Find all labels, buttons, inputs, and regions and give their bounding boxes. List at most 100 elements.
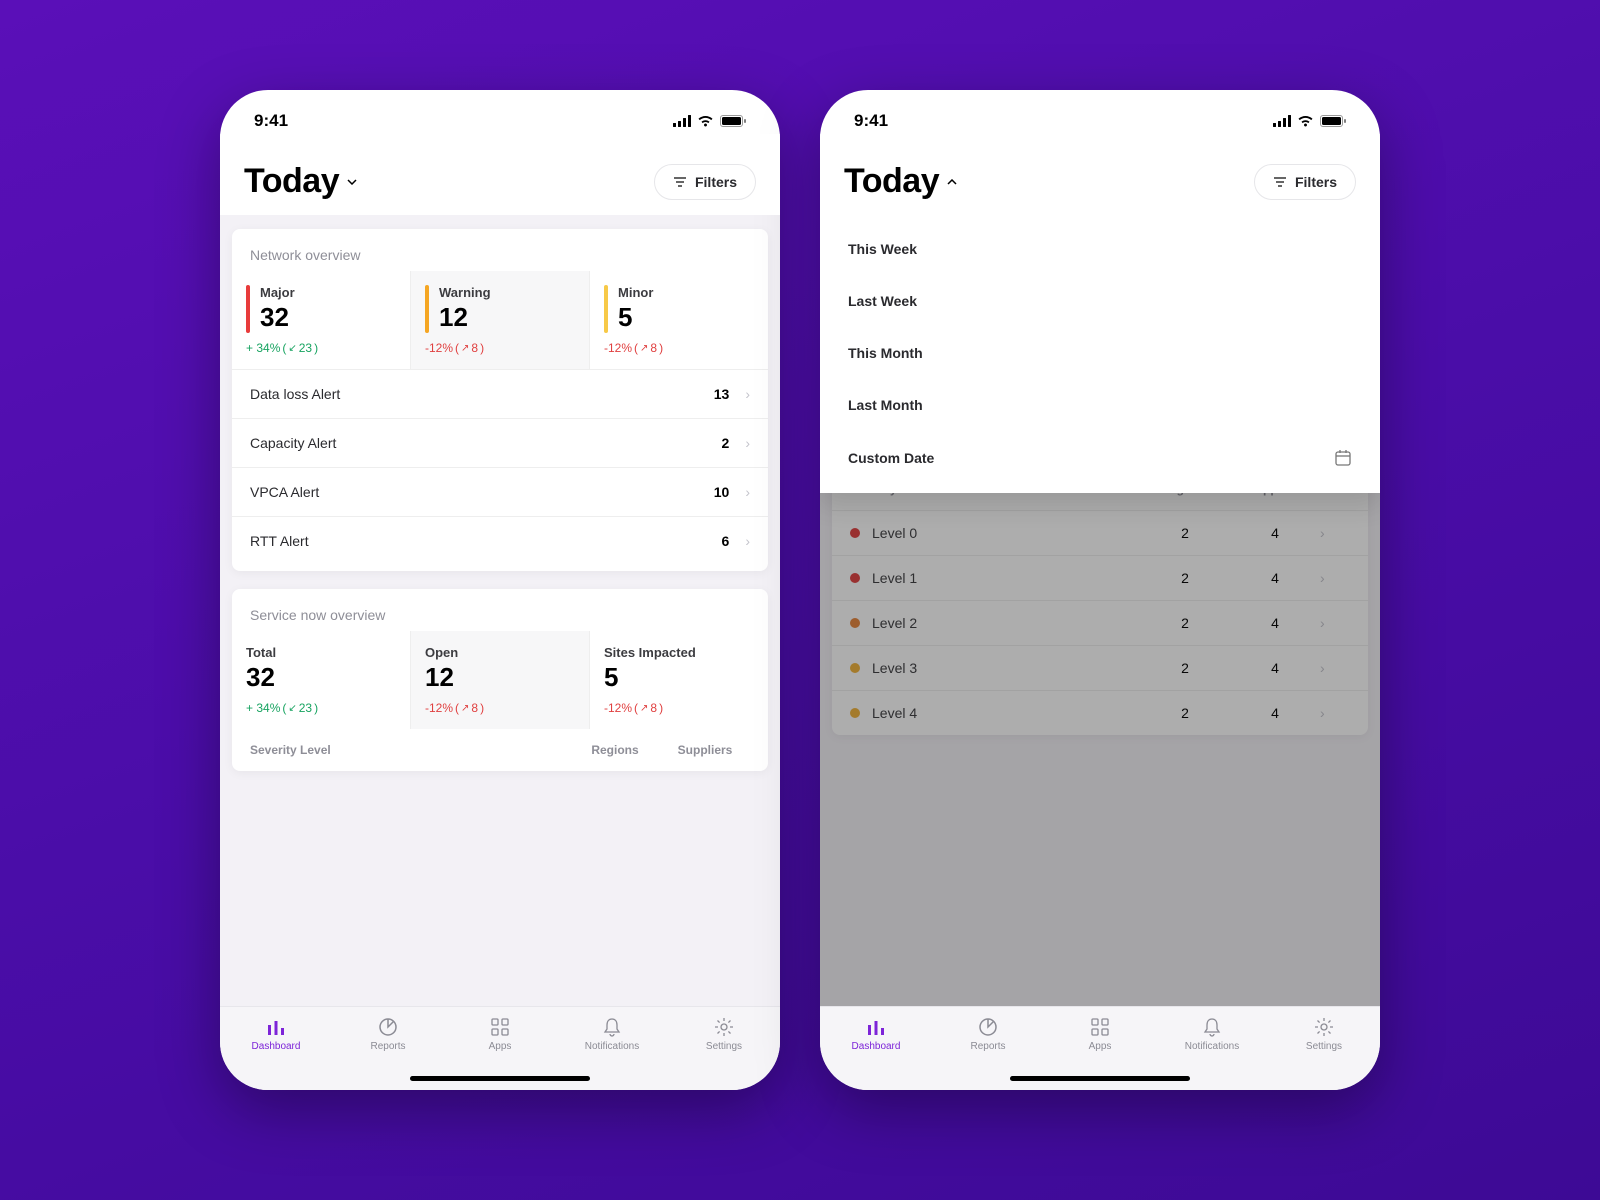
dropdown-item-this-month[interactable]: This Month <box>820 327 1380 379</box>
col-suppliers: Suppliers <box>660 743 750 757</box>
dropdown-label: This Month <box>848 345 923 361</box>
tab-label: Notifications <box>585 1041 639 1052</box>
dropdown-item-custom-date[interactable]: Custom Date <box>820 431 1380 485</box>
signal-icon <box>1273 115 1291 127</box>
stat-warning[interactable]: Warning 12 -12% (↗8) <box>411 271 590 369</box>
wifi-icon <box>697 115 714 127</box>
stat-value: 5 <box>618 302 653 333</box>
tab-bar: Dashboard Reports Apps Notifications Set… <box>220 1006 780 1090</box>
signal-icon <box>673 115 691 127</box>
battery-icon <box>1320 115 1346 127</box>
network-overview-title: Network overview <box>232 229 768 271</box>
service-now-title: Service now overview <box>232 589 768 631</box>
filters-label: Filters <box>695 174 737 190</box>
stat-delta: -12% (↗8) <box>425 701 575 715</box>
status-icons <box>1273 115 1346 127</box>
col-regions: Regions <box>570 743 660 757</box>
alert-label: Data loss Alert <box>250 386 714 402</box>
date-range-dropdown: This Week Last Week This Month Last Mont… <box>820 215 1380 493</box>
calendar-icon <box>1334 449 1352 467</box>
alert-value: 6 <box>722 533 730 549</box>
stat-value: 5 <box>604 662 754 693</box>
network-overview-card: Network overview Major 32 + 34% <box>232 229 768 571</box>
pie-icon <box>978 1017 998 1037</box>
stat-label: Major <box>260 285 295 300</box>
tab-dashboard[interactable]: Dashboard <box>820 1017 932 1090</box>
tab-label: Settings <box>706 1041 742 1052</box>
caret-up-icon <box>947 179 957 185</box>
stat-value: 32 <box>260 302 295 333</box>
phone-frame-1: 9:41 Today Filters Network overview <box>220 90 780 1090</box>
status-time: 9:41 <box>854 111 888 131</box>
tab-settings[interactable]: Settings <box>668 1017 780 1090</box>
home-indicator <box>1010 1076 1190 1081</box>
filters-label: Filters <box>1295 174 1337 190</box>
pie-icon <box>378 1017 398 1037</box>
tab-settings[interactable]: Settings <box>1268 1017 1380 1090</box>
dropdown-item-last-month[interactable]: Last Month <box>820 379 1380 431</box>
status-bar: 9:41 <box>220 90 780 134</box>
header: Today Filters <box>820 134 1380 215</box>
stat-major[interactable]: Major 32 + 34% (↙23) <box>232 271 411 369</box>
stat-color-bar <box>246 285 250 333</box>
gear-icon <box>1314 1017 1334 1037</box>
battery-icon <box>720 115 746 127</box>
stat-color-bar <box>425 285 429 333</box>
page-title: Today <box>244 162 339 201</box>
header: Today Filters <box>220 134 780 215</box>
alert-label: VPCA Alert <box>250 484 714 500</box>
stat-sites-impacted[interactable]: Sites Impacted 5 -12% (↗8) <box>590 631 768 729</box>
stat-label: Warning <box>439 285 491 300</box>
tab-label: Dashboard <box>852 1041 901 1052</box>
filter-icon <box>1273 176 1287 188</box>
filters-button[interactable]: Filters <box>654 164 756 200</box>
filter-icon <box>673 176 687 188</box>
stat-value: 32 <box>246 662 396 693</box>
wifi-icon <box>1297 115 1314 127</box>
stat-delta: + 34% (↙23) <box>246 341 396 355</box>
bars-icon <box>866 1017 886 1037</box>
alert-value: 2 <box>722 435 730 451</box>
bars-icon <box>266 1017 286 1037</box>
title-dropdown-trigger[interactable]: Today <box>244 162 357 201</box>
title-dropdown-trigger[interactable]: Today <box>844 162 957 201</box>
dropdown-item-last-week[interactable]: Last Week <box>820 275 1380 327</box>
stat-value: 12 <box>425 662 575 693</box>
gear-icon <box>714 1017 734 1037</box>
tab-label: Apps <box>1089 1041 1112 1052</box>
stat-color-bar <box>604 285 608 333</box>
tab-label: Reports <box>370 1041 405 1052</box>
dropdown-item-this-week[interactable]: This Week <box>820 223 1380 275</box>
stat-open[interactable]: Open 12 -12% (↗8) <box>411 631 590 729</box>
caret-down-icon <box>347 179 357 185</box>
alert-row[interactable]: VPCA Alert 10 › <box>232 467 768 516</box>
alert-label: RTT Alert <box>250 533 722 549</box>
tab-label: Settings <box>1306 1041 1342 1052</box>
alert-list: Data loss Alert 13 › Capacity Alert 2 › … <box>232 369 768 571</box>
chevron-right-icon: › <box>745 533 750 549</box>
phone-frame-2: 9:41 Today Filters 32 + 34% <box>820 90 1380 1090</box>
network-stats-row: Major 32 + 34% (↙23) <box>232 271 768 369</box>
alert-row[interactable]: RTT Alert 6 › <box>232 516 768 565</box>
stat-delta: + 34% (↙23) <box>246 701 396 715</box>
alert-row[interactable]: Capacity Alert 2 › <box>232 418 768 467</box>
dropdown-label: This Week <box>848 241 917 257</box>
bell-icon <box>602 1017 622 1037</box>
tab-label: Notifications <box>1185 1041 1239 1052</box>
tab-label: Dashboard <box>252 1041 301 1052</box>
home-indicator <box>410 1076 590 1081</box>
status-time: 9:41 <box>254 111 288 131</box>
alert-row[interactable]: Data loss Alert 13 › <box>232 369 768 418</box>
service-now-card: Service now overview Total 32 + 34% (↙23… <box>232 589 768 771</box>
stat-minor[interactable]: Minor 5 -12% (↗8) <box>590 271 768 369</box>
content: 32 + 34% (↙23) 12 -12% (↗8) <box>820 215 1380 1006</box>
tab-dashboard[interactable]: Dashboard <box>220 1017 332 1090</box>
chevron-right-icon: › <box>745 386 750 402</box>
filters-button[interactable]: Filters <box>1254 164 1356 200</box>
service-stats-row: Total 32 + 34% (↙23) Open 12 -12% (↗8) <box>232 631 768 729</box>
stat-total[interactable]: Total 32 + 34% (↙23) <box>232 631 411 729</box>
dropdown-label: Last Month <box>848 397 923 413</box>
stat-delta: -12% (↗8) <box>425 341 575 355</box>
tab-bar: Dashboard Reports Apps Notifications Set… <box>820 1006 1380 1090</box>
stat-value: 12 <box>439 302 491 333</box>
